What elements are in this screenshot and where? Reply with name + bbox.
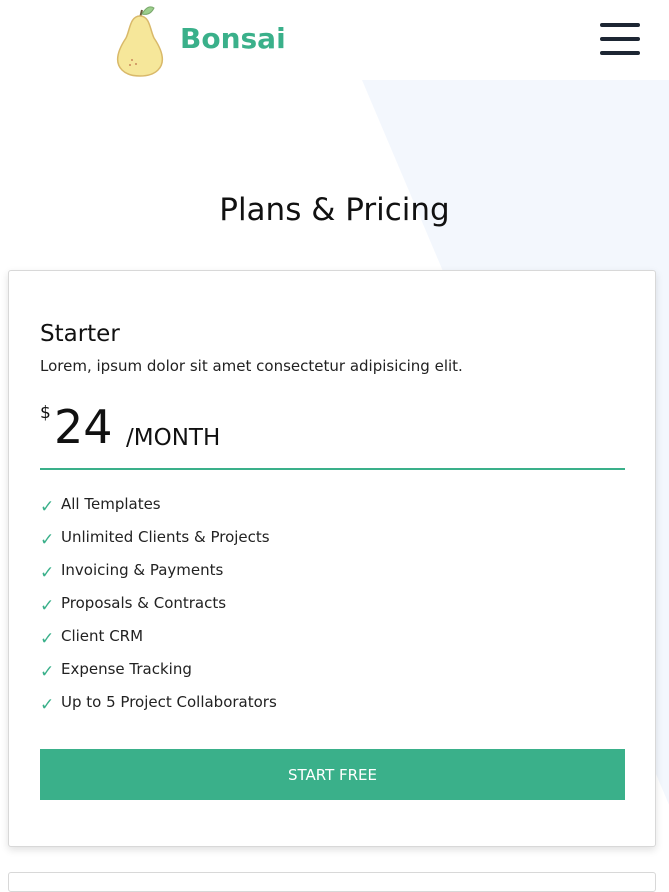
feature-label: Client CRM [61,627,144,645]
start-free-button[interactable]: START FREE [40,749,625,800]
plan-description: Lorem, ipsum dolor sit amet consectetur … [40,357,463,375]
brand-logo[interactable]: Bonsai [112,4,286,78]
feature-label: Invoicing & Payments [61,561,224,579]
plan-name: Starter [40,321,120,347]
check-icon: ✓ [40,563,55,583]
feature-label: All Templates [61,495,161,513]
check-icon: ✓ [40,530,55,550]
check-icon: ✓ [40,596,55,616]
next-pricing-card [8,872,656,892]
hamburger-menu-icon[interactable] [600,23,640,55]
pear-logo-icon [116,6,164,77]
price-period: /MONTH [126,425,221,451]
feature-label: Up to 5 Project Collaborators [61,693,277,711]
check-icon: ✓ [40,662,55,682]
page-title: Plans & Pricing [219,192,450,228]
price-currency: $ [40,403,51,423]
site-header: Bonsai [0,0,669,80]
check-icon: ✓ [40,695,55,715]
feature-label: Proposals & Contracts [61,594,227,612]
plan-price: $ 24 /MONTH [40,400,340,454]
brand-name: Bonsai [180,21,286,55]
feature-label: Expense Tracking [61,660,192,678]
price-amount: 24 [54,400,113,454]
check-icon: ✓ [40,497,55,517]
pricing-card-starter: Starter Lorem, ipsum dolor sit amet cons… [8,270,656,847]
check-icon: ✓ [40,629,55,649]
price-divider [40,468,625,470]
feature-label: Unlimited Clients & Projects [61,528,270,546]
